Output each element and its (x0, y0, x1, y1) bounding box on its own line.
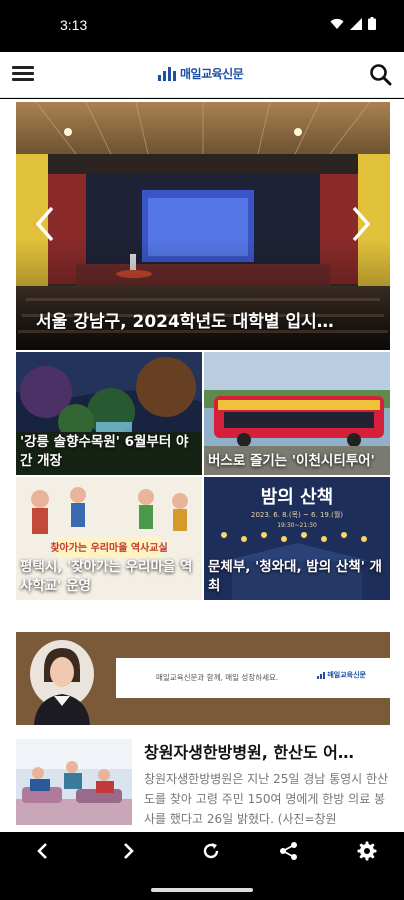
share-icon[interactable] (276, 838, 302, 864)
tile-caption: 버스로 즐기는 '이천시티투어' (208, 453, 375, 469)
news-tile[interactable]: '강릉 솔향수목원' 6월부터 야간 개장 (16, 352, 202, 475)
banner-logo-text: 매일교육신문 (327, 671, 366, 679)
logo-bars-icon (317, 671, 326, 679)
hero-title[interactable]: 서울 강남구, 2024학년도 대학별 입시… (36, 307, 376, 332)
news-tile[interactable]: 찾아가는 우리마을 역사교실 평택시, '찾아가는 우리마을 역사학교' 운영 (16, 477, 202, 600)
forward-icon[interactable] (115, 838, 141, 864)
wifi-icon (330, 18, 344, 29)
ad-banner[interactable]: 매일교육신문과 함께, 매일 성장하세요. 매일교육신문 (16, 632, 390, 725)
tile-caption: 평택시, '찾아가는 우리마을 역사학교' 운영 (20, 559, 193, 594)
article-list-item[interactable]: 창원자생한방병원, 한산도 어… 창원자생한방병원은 지난 25일 경남 통영시… (16, 739, 390, 832)
signal-icon (350, 17, 362, 30)
search-icon[interactable] (368, 62, 394, 88)
banner-text: 매일교육신문과 함께, 매일 성장하세요. (156, 673, 279, 682)
logo-text: 매일교육신문 (180, 67, 244, 81)
site-logo[interactable]: 매일교육신문 (158, 65, 244, 82)
news-grid: '강릉 솔향수목원' 6월부터 야간 개장 버스로 즐기는 '이천시티투어' 찾… (16, 352, 390, 602)
bottom-nav-bar (0, 832, 404, 900)
article-summary: 창원자생한방병원은 지난 25일 경남 통영시 한산도를 찾아 고령 주민 15… (144, 772, 389, 826)
page-content[interactable]: 서울 강남구, 2024학년도 대학별 입시… '강릉 솔향수목원' 6월부터 … (0, 99, 404, 832)
back-icon[interactable] (30, 838, 56, 864)
reload-icon[interactable] (198, 838, 224, 864)
news-tile[interactable]: 버스로 즐기는 '이천시티투어' (204, 352, 390, 475)
status-time: 3:13 (60, 17, 88, 33)
tile-caption: 문체부, '청와대, 밤의 산책' 개최 (208, 559, 382, 594)
tile-image-text: 찾아가는 우리마을 역사교실 (50, 541, 167, 554)
article-title: 창원자생한방병원, 한산도 어… (144, 743, 354, 762)
person-photo (30, 640, 94, 725)
home-indicator[interactable] (151, 888, 253, 892)
article-thumbnail (16, 739, 132, 825)
news-tile[interactable]: 밤의 산책 2023. 6. 8.(목) ~ 6. 19.(월) 19:30~2… (204, 477, 390, 600)
hero-slide[interactable]: 서울 강남구, 2024학년도 대학별 입시… (16, 102, 390, 350)
banner-logo: 매일교육신문 (317, 670, 366, 680)
logo-bars-icon (158, 66, 176, 81)
settings-icon[interactable] (354, 838, 380, 864)
battery-icon (368, 17, 376, 30)
tile-image-date: 2023. 6. 8.(목) ~ 6. 19.(월) (251, 510, 343, 519)
banner-strip: 매일교육신문과 함께, 매일 성장하세요. 매일교육신문 (116, 658, 390, 698)
tile-caption: '강릉 솔향수목원' 6월부터 야간 개장 (20, 434, 189, 469)
status-icons (330, 17, 376, 30)
chevron-right-icon[interactable] (346, 202, 376, 246)
hamburger-menu-icon[interactable] (10, 63, 36, 87)
status-bar: 3:13 (0, 0, 404, 52)
tile-image-title: 밤의 산책 (261, 487, 334, 508)
tile-image-time: 19:30~21:30 (277, 522, 317, 529)
app-header: 매일교육신문 (0, 52, 404, 98)
chevron-left-icon[interactable] (30, 202, 60, 246)
